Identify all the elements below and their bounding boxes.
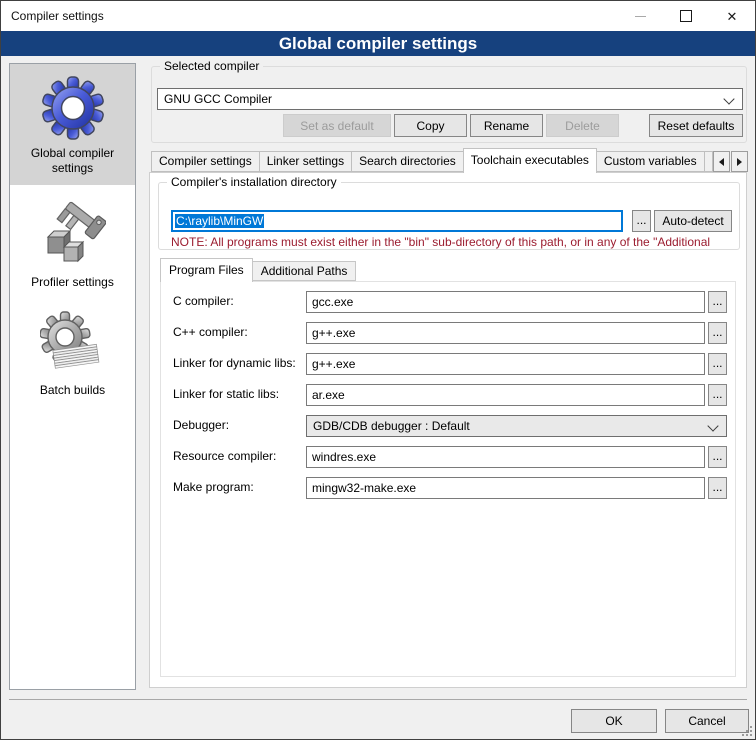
resource-compiler-row: Resource compiler: ... — [161, 446, 735, 468]
sidebar-item-label: Batch builds — [12, 383, 133, 398]
settings-tab-bar: Compiler settings Linker settings Search… — [151, 150, 747, 172]
selected-compiler-group: Selected compiler GNU GCC Compiler Set a… — [151, 66, 747, 143]
cpp-compiler-row: C++ compiler: ... — [161, 322, 735, 344]
ok-button[interactable]: OK — [571, 709, 657, 733]
selected-compiler-legend: Selected compiler — [160, 59, 263, 74]
delete-button[interactable]: Delete — [546, 114, 619, 137]
blue-gear-icon — [41, 76, 105, 140]
installation-directory-input[interactable]: C:\raylib\MinGW — [171, 210, 623, 232]
c-compiler-row: C compiler: ... — [161, 291, 735, 313]
make-program-input[interactable] — [306, 477, 705, 499]
sidebar-item-label: Profiler settings — [12, 275, 133, 290]
browse-directory-button[interactable]: ... — [632, 210, 651, 232]
tab-scroll-arrows — [712, 151, 748, 172]
chevron-down-icon — [723, 93, 734, 104]
maximize-button[interactable] — [663, 1, 709, 31]
static-linker-label: Linker for static libs: — [173, 387, 303, 401]
c-compiler-browse-button[interactable]: ... — [708, 291, 727, 313]
static-linker-row: Linker for static libs: ... — [161, 384, 735, 406]
compiler-settings-window: Compiler settings ✕ Global compiler sett… — [0, 0, 756, 740]
tab-linker-settings[interactable]: Linker settings — [259, 151, 352, 172]
debugger-row: Debugger: GDB/CDB debugger : Default — [161, 415, 735, 437]
sidebar-item-global-compiler-settings[interactable]: Global compiler settings — [10, 64, 135, 185]
cpp-compiler-label: C++ compiler: — [173, 325, 303, 339]
window-title: Compiler settings — [1, 9, 104, 23]
make-program-label: Make program: — [173, 480, 303, 494]
resource-compiler-label: Resource compiler: — [173, 449, 303, 463]
tab-program-files[interactable]: Program Files — [160, 258, 253, 282]
cancel-button[interactable]: Cancel — [665, 709, 749, 733]
arrow-right-icon — [737, 158, 742, 166]
program-files-tab-bar: Program Files Additional Paths — [160, 260, 355, 281]
footer-divider — [9, 699, 747, 700]
cpp-compiler-browse-button[interactable]: ... — [708, 322, 727, 344]
static-linker-browse-button[interactable]: ... — [708, 384, 727, 406]
toolchain-executables-panel: Compiler's installation directory C:\ray… — [149, 172, 747, 688]
reset-defaults-button[interactable]: Reset defaults — [649, 114, 743, 137]
compiler-buttons-row: Set as default Copy Rename Delete Reset … — [157, 114, 743, 137]
dynamic-linker-input[interactable] — [306, 353, 705, 375]
tab-compiler-settings[interactable]: Compiler settings — [151, 151, 260, 172]
installation-directory-value: C:\raylib\MinGW — [175, 214, 264, 228]
dialog-content: Global compiler settings — [1, 56, 755, 739]
chevron-down-icon — [707, 420, 718, 431]
title-bar: Compiler settings ✕ — [1, 1, 755, 31]
program-files-panel: C compiler: ... C++ compiler: ... Linker… — [160, 281, 736, 677]
tab-scroll-right-button[interactable] — [731, 151, 748, 172]
c-compiler-label: C compiler: — [173, 294, 303, 308]
make-program-row: Make program: ... — [161, 477, 735, 499]
set-as-default-button[interactable]: Set as default — [283, 114, 391, 137]
dynamic-linker-label: Linker for dynamic libs: — [173, 356, 303, 370]
dynamic-linker-row: Linker for dynamic libs: ... — [161, 353, 735, 375]
selected-compiler-dropdown[interactable]: GNU GCC Compiler — [157, 88, 743, 110]
arrow-left-icon — [719, 158, 724, 166]
tab-additional-paths[interactable]: Additional Paths — [252, 261, 357, 281]
debugger-dropdown[interactable]: GDB/CDB debugger : Default — [306, 415, 727, 437]
debugger-label: Debugger: — [173, 418, 303, 432]
tab-custom-variables[interactable]: Custom variables — [596, 151, 705, 172]
installation-directory-group: Compiler's installation directory C:\ray… — [158, 182, 740, 250]
resource-compiler-input[interactable] — [306, 446, 705, 468]
tab-scroll-left-button[interactable] — [713, 151, 730, 172]
copy-button[interactable]: Copy — [394, 114, 467, 137]
auto-detect-button[interactable]: Auto-detect — [654, 210, 732, 232]
page-title: Global compiler settings — [1, 31, 755, 56]
rename-button[interactable]: Rename — [470, 114, 543, 137]
tab-search-directories[interactable]: Search directories — [351, 151, 464, 172]
dynamic-linker-browse-button[interactable]: ... — [708, 353, 727, 375]
resize-grip[interactable] — [742, 726, 752, 736]
sidebar-item-batch-builds[interactable]: Batch builds — [10, 299, 135, 407]
cpp-compiler-input[interactable] — [306, 322, 705, 344]
maximize-icon — [680, 10, 692, 22]
debugger-value: GDB/CDB debugger : Default — [313, 419, 470, 433]
make-program-browse-button[interactable]: ... — [708, 477, 727, 499]
close-icon: ✕ — [727, 10, 738, 23]
bin-subdirectory-note: NOTE: All programs must exist either in … — [171, 235, 737, 249]
sidebar-item-profiler-settings[interactable]: Profiler settings — [10, 185, 135, 299]
close-button[interactable]: ✕ — [709, 1, 755, 31]
caliper-icon — [40, 197, 106, 269]
c-compiler-input[interactable] — [306, 291, 705, 313]
sidebar-item-label: Global compiler settings — [12, 146, 133, 176]
static-linker-input[interactable] — [306, 384, 705, 406]
settings-category-list: Global compiler settings — [9, 63, 136, 690]
installation-directory-legend: Compiler's installation directory — [167, 175, 341, 190]
minimize-button[interactable] — [617, 1, 663, 31]
selected-compiler-value: GNU GCC Compiler — [164, 92, 272, 106]
gear-paper-stack-icon — [40, 311, 106, 377]
caption-buttons: ✕ — [617, 1, 755, 31]
resource-compiler-browse-button[interactable]: ... — [708, 446, 727, 468]
minimize-icon — [635, 16, 646, 17]
tab-toolchain-executables[interactable]: Toolchain executables — [463, 148, 597, 173]
